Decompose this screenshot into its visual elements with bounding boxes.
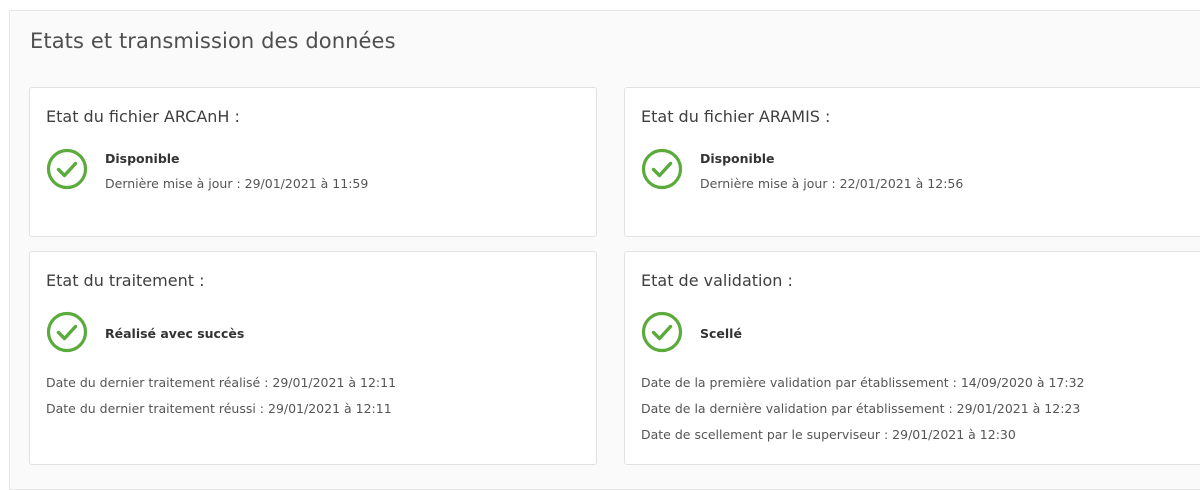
check-circle-icon (46, 311, 88, 353)
processing-card-title: Etat du traitement : (46, 271, 205, 290)
sealing-date: Date de scellement par le superviseur : … (641, 427, 1016, 442)
page-title: Etats et transmission des données (30, 29, 396, 53)
check-circle-icon (641, 311, 683, 353)
check-circle-icon (46, 148, 88, 190)
last-processing-success-date: Date du dernier traitement réussi : 29/0… (46, 401, 392, 416)
aramis-status-text: Disponible (700, 151, 775, 166)
arcanh-card-title: Etat du fichier ARCAnH : (46, 107, 240, 126)
validation-status-text: Scellé (700, 326, 742, 341)
check-circle-icon (641, 148, 683, 190)
arcanh-last-update: Dernière mise à jour : 29/01/2021 à 11:5… (105, 176, 369, 191)
processing-status-card: Etat du traitement : Réalisé avec succès… (29, 251, 597, 465)
aramis-last-update: Dernière mise à jour : 22/01/2021 à 12:5… (700, 176, 964, 191)
processing-status-text: Réalisé avec succès (105, 326, 245, 341)
arcanh-file-card: Etat du fichier ARCAnH : Disponible Dern… (29, 87, 597, 237)
validation-status-card: Etat de validation : Scellé Date de la p… (624, 251, 1200, 465)
validation-card-title: Etat de validation : (641, 271, 793, 290)
aramis-card-title: Etat du fichier ARAMIS : (641, 107, 831, 126)
first-validation-date: Date de la première validation par établ… (641, 375, 1085, 390)
last-validation-date: Date de la dernière validation par établ… (641, 401, 1081, 416)
last-processing-done-date: Date du dernier traitement réalisé : 29/… (46, 375, 397, 390)
arcanh-status-text: Disponible (105, 151, 180, 166)
aramis-file-card: Etat du fichier ARAMIS : Disponible Dern… (624, 87, 1200, 237)
